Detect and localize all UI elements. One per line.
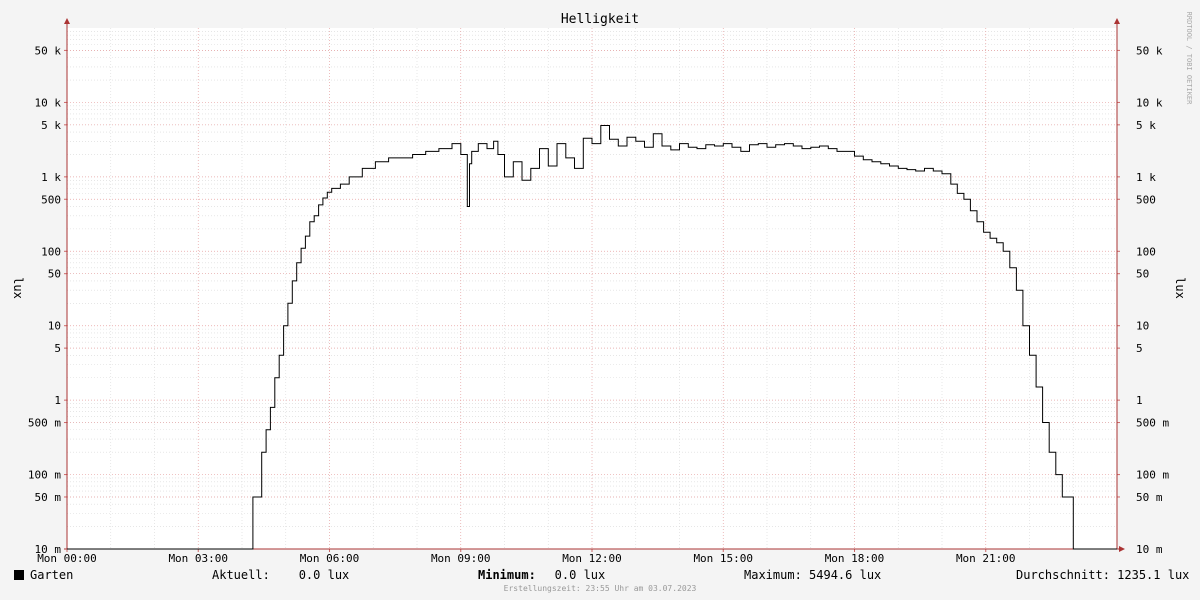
y-tick-label-right: 50 m	[1136, 491, 1163, 504]
y-tick-label-right: 50	[1136, 268, 1149, 281]
y-tick-label-left: 10 k	[35, 96, 62, 109]
y-tick-label-right: 500	[1136, 193, 1156, 206]
x-tick-label: Mon 18:00	[825, 552, 885, 565]
y-tick-label-left: 50 m	[35, 491, 62, 504]
y-tick-label-left: 500	[41, 193, 61, 206]
y-tick-label-left: 50 k	[35, 44, 62, 57]
y-tick-label-right: 5	[1136, 342, 1143, 355]
legend-current: Aktuell: 0.0 lux	[212, 568, 350, 582]
y-tick-label-right: 10 k	[1136, 96, 1163, 109]
x-tick-label: Mon 00:00	[37, 552, 97, 565]
legend-row: Garten Aktuell: 0.0 lux Minimum: 0.0 lux…	[0, 566, 1200, 586]
y-tick-label-right: 100 m	[1136, 469, 1169, 482]
y-tick-label-left: 50	[48, 268, 61, 281]
y-tick-label-right: 100	[1136, 245, 1156, 258]
y-tick-label-right: 1	[1136, 394, 1143, 407]
x-tick-label: Mon 15:00	[693, 552, 753, 565]
x-tick-label: Mon 03:00	[168, 552, 228, 565]
creation-timestamp: Erstellungszeit: 23:55 Uhr am 03.07.2023	[503, 584, 697, 593]
x-tick-label: Mon 09:00	[431, 552, 491, 565]
x-tick-label: Mon 06:00	[300, 552, 360, 565]
x-tick-label: Mon 21:00	[956, 552, 1016, 565]
x-tick-label: Mon 12:00	[562, 552, 622, 565]
legend-maximum: Maximum: 5494.6 lux	[744, 568, 882, 582]
y-tick-label-left: 500 m	[28, 417, 61, 430]
y-axis-label-right: lux	[1173, 277, 1187, 299]
legend-swatch-garten	[14, 570, 24, 580]
y-axis-label-left: lux	[11, 277, 25, 299]
y-tick-label-left: 5	[54, 342, 61, 355]
watermark: RRDTOOL / TOBI OETIKER	[1185, 12, 1193, 106]
y-tick-label-right: 1 k	[1136, 171, 1156, 184]
y-tick-label-left: 1 k	[41, 171, 61, 184]
y-tick-label-left: 1	[54, 394, 61, 407]
y-tick-label-left: 100	[41, 245, 61, 258]
legend-minimum-label: Minimum:	[478, 568, 536, 582]
y-tick-label-right: 10 m	[1136, 543, 1163, 556]
chart-stage: 10 m 10 m 50 m 50 m 100 m 100 m 500 m 500 m1155…	[0, 0, 1200, 600]
y-tick-label-right: 500 m	[1136, 417, 1169, 430]
chart-title: Helligkeit	[561, 12, 639, 27]
legend-series-label: Garten	[30, 568, 74, 582]
y-tick-label-right: 10	[1136, 320, 1149, 333]
legend-minimum-value: 0.0 lux	[533, 568, 606, 582]
y-tick-label-right: 50 k	[1136, 44, 1163, 57]
y-tick-label-left: 5 k	[41, 119, 61, 132]
y-tick-label-left: 100 m	[28, 469, 61, 482]
y-tick-label-right: 5 k	[1136, 119, 1156, 132]
y-tick-label-left: 10	[48, 320, 61, 333]
legend-average: Durchschnitt: 1235.1 lux	[1016, 568, 1190, 582]
brightness-chart: 10 m 10 m50 m 50 m100 m 100 m500 m 500 m1 15 5…	[0, 0, 1200, 566]
